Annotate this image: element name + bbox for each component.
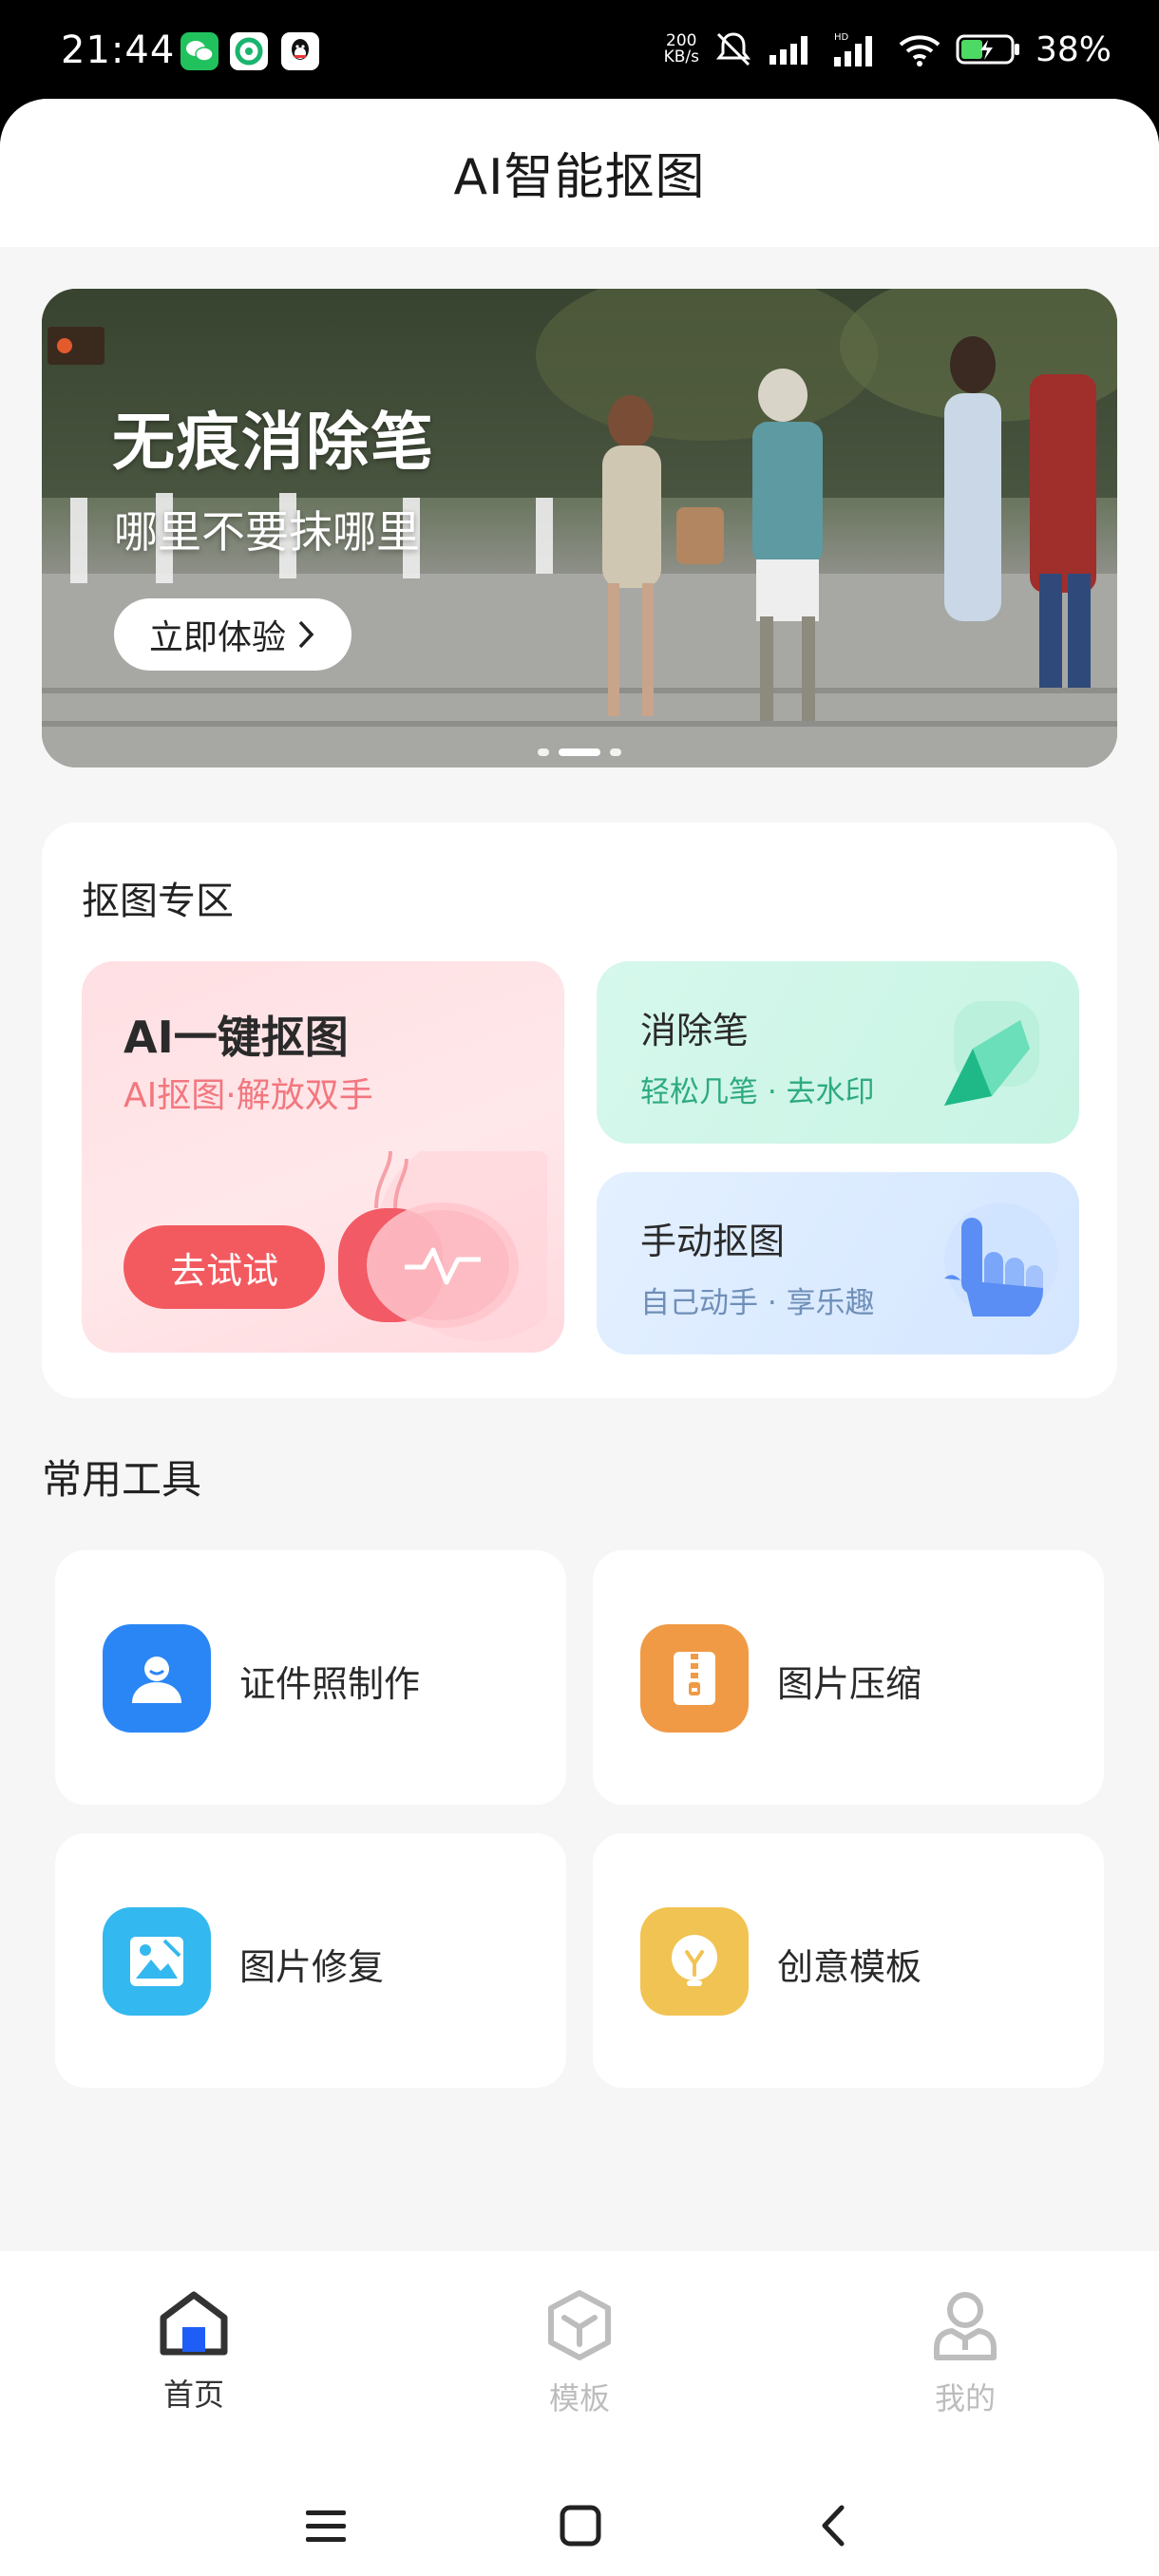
menu-icon[interactable]	[293, 2492, 359, 2559]
tools-title: 常用工具	[42, 1456, 202, 1503]
bulb-icon	[640, 1907, 749, 2016]
battery-percent: 38%	[1035, 29, 1112, 69]
ai-cutout-title: AI一键抠图	[124, 1012, 349, 1063]
tool-label: 证件照制作	[239, 1663, 421, 1705]
green-app-icon	[230, 32, 268, 70]
cutout-zone: 抠图专区 AI一键抠图 AI抠图·解放双手 去试试 消除笔 轻松几笔 · 去水印	[42, 823, 1117, 1398]
battery-icon	[956, 34, 1019, 65]
ai-chip-icon	[338, 1151, 547, 1341]
promo-banner[interactable]: 无痕消除笔 哪里不要抹哪里 立即体验	[42, 289, 1117, 767]
banner-try-button[interactable]: 立即体验	[114, 598, 352, 671]
tool-template[interactable]: 创意模板	[593, 1833, 1104, 2088]
nav-home-label: 首页	[162, 2377, 224, 2413]
signal-hd-icon: HD	[833, 32, 872, 66]
tool-label: 图片修复	[239, 1946, 385, 1988]
qq-icon	[281, 32, 319, 70]
eraser-title: 消除笔	[640, 1010, 750, 1051]
person-icon	[103, 1624, 211, 1733]
page-title: AI智能抠图	[453, 149, 706, 206]
user-icon	[934, 2292, 997, 2360]
app-screen: AI智能抠图 无痕消除笔 哪里不要抹哪里 立即体验 抠图专区 AI一键抠图 AI…	[0, 99, 1159, 2576]
cube-icon	[548, 2290, 611, 2360]
ai-cutout-subtitle: AI抠图·解放双手	[124, 1076, 373, 1115]
nav-template[interactable]: 模板	[484, 2289, 674, 2418]
home-icon	[160, 2291, 228, 2356]
zip-icon	[640, 1624, 749, 1733]
tool-label: 图片压缩	[777, 1663, 922, 1705]
hand-pointer-icon	[944, 1203, 1058, 1316]
back-icon[interactable]	[800, 2492, 866, 2559]
banner-subtitle: 哪里不要抹哪里	[114, 506, 420, 558]
carousel-dot[interactable]	[610, 748, 621, 756]
ai-cutout-card[interactable]: AI一键抠图 AI抠图·解放双手 去试试	[82, 961, 564, 1353]
banner-button-label: 立即体验	[148, 618, 286, 657]
pen-icon	[944, 1001, 1039, 1106]
carousel-indicator	[42, 748, 1117, 756]
cutout-zone-title: 抠图专区	[82, 880, 234, 923]
manual-cutout-title: 手动抠图	[640, 1221, 786, 1262]
system-navigation-bar	[0, 2479, 1159, 2574]
mute-icon	[715, 32, 751, 66]
carousel-dot-active[interactable]	[559, 748, 600, 756]
image-icon	[103, 1907, 211, 2016]
nav-home[interactable]: 首页	[99, 2289, 289, 2415]
manual-cutout-subtitle: 自己动手 · 享乐趣	[640, 1286, 875, 1320]
bottom-navigation: 首页 模板 我的	[0, 2251, 1159, 2576]
svg-text:HD: HD	[834, 32, 849, 43]
signal-icon	[769, 36, 808, 65]
wechat-icon	[180, 32, 218, 70]
nav-template-label: 模板	[548, 2380, 610, 2416]
eraser-card[interactable]: 消除笔 轻松几笔 · 去水印	[597, 961, 1079, 1144]
network-speed: 200 KB/s	[663, 31, 699, 66]
home-button-icon[interactable]	[547, 2492, 614, 2559]
chevron-right-icon	[298, 620, 314, 649]
tool-label: 创意模板	[777, 1946, 922, 1988]
status-time: 21:44	[61, 28, 176, 72]
nav-profile-label: 我的	[934, 2380, 996, 2416]
carousel-dot[interactable]	[538, 748, 549, 756]
top-bar: AI智能抠图	[0, 99, 1159, 247]
ai-cutout-try-button[interactable]: 去试试	[124, 1225, 325, 1309]
banner-title: 无痕消除笔	[112, 406, 435, 479]
eraser-subtitle: 轻松几笔 · 去水印	[640, 1075, 875, 1109]
status-right-group: 200 KB/s HD 38%	[664, 28, 1112, 70]
manual-cutout-card[interactable]: 手动抠图 自己动手 · 享乐趣	[597, 1172, 1079, 1354]
tool-compress[interactable]: 图片压缩	[593, 1550, 1104, 1805]
status-bar: 21:44 200 KB/s HD 38%	[0, 0, 1159, 104]
tool-id-photo[interactable]: 证件照制作	[55, 1550, 566, 1805]
tool-repair[interactable]: 图片修复	[55, 1833, 566, 2088]
nav-profile[interactable]: 我的	[870, 2289, 1060, 2418]
wifi-icon	[899, 35, 940, 66]
